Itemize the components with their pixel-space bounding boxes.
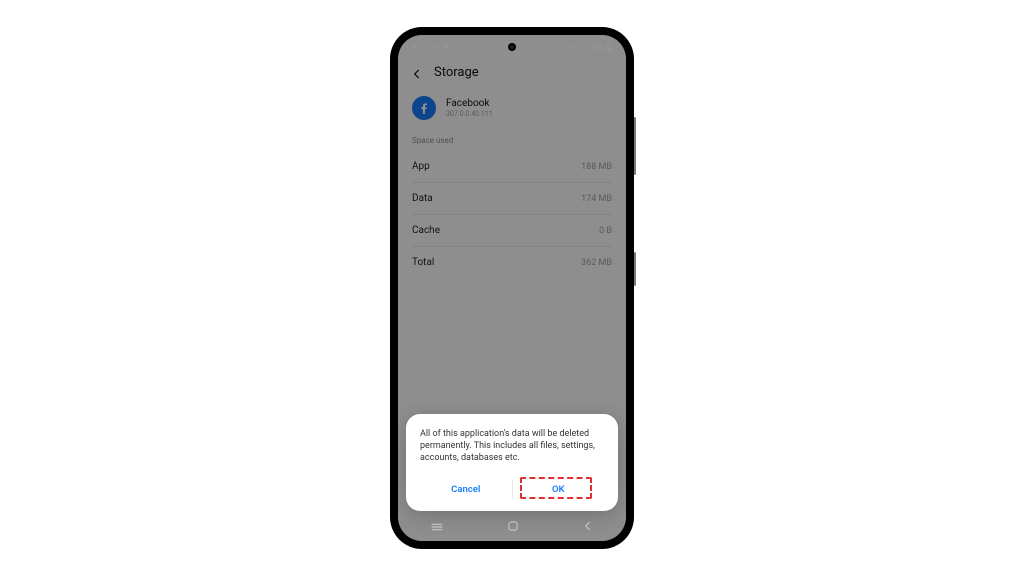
phone-frame: 9:17 ⩸ 64% [390,27,634,549]
row-label: Cache [412,225,440,236]
row-cache: Cache 0 B [398,215,626,246]
row-value: 362 MB [581,258,612,268]
wifi-icon [568,44,577,52]
app-name: Facebook [446,98,493,109]
recents-icon[interactable] [429,518,445,537]
front-camera [508,43,516,51]
row-total: Total 362 MB [398,247,626,278]
screen: 9:17 ⩸ 64% [398,35,626,541]
twitter-icon [442,43,450,53]
page-title: Storage [434,65,479,80]
ok-button[interactable]: OK [513,478,605,501]
android-nav-bar [398,513,626,541]
svg-text:⩸: ⩸ [556,46,559,50]
volte-icon: ⩸ [556,44,566,52]
row-label: Total [412,257,434,268]
row-app: App 188 MB [398,151,626,182]
row-value: 174 MB [581,194,612,204]
facebook-icon [412,96,436,120]
confirm-dialog: All of this application's data will be d… [406,414,618,511]
battery-icon [606,43,612,52]
row-label: App [412,161,430,172]
app-info: Facebook 307.0.0.40.111 [398,86,626,134]
volume-button [634,117,636,175]
power-button [634,252,636,286]
row-data: Data 174 MB [398,183,626,214]
section-label: Space used [398,134,626,151]
dialog-message: All of this application's data will be d… [420,428,604,464]
battery-percent: 64% [589,43,604,52]
row-value: 188 MB [581,162,612,172]
status-time: 9:17 [412,43,428,52]
row-label: Data [412,193,433,204]
row-value: 0 B [599,226,612,236]
home-icon[interactable] [506,518,520,537]
cancel-button[interactable]: Cancel [420,478,512,501]
page-header: Storage [398,57,626,86]
back-nav-icon[interactable] [581,518,595,537]
signal-icon [579,44,587,52]
back-icon[interactable] [410,66,424,80]
alarm-icon [431,43,439,53]
app-version: 307.0.0.40.111 [446,110,493,118]
